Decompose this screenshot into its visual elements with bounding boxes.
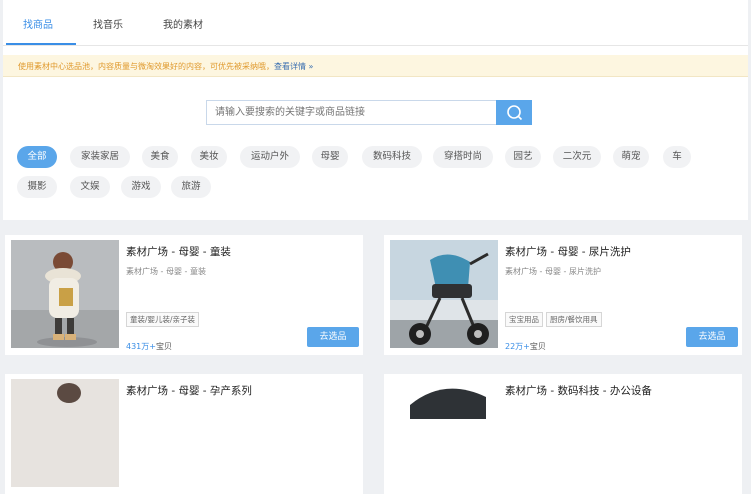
item-count-unit: 宝贝 (155, 342, 172, 351)
notice-text: 使用素材中心选品池，内容质量与微淘效果好的内容，可优先被采纳哦，查看详情 » (18, 61, 313, 72)
category-chip[interactable]: 旅游 (171, 176, 211, 198)
tab-bar: 找商品 找音乐 我的素材 (3, 0, 748, 46)
card-item-count: 431万+宝贝 (126, 341, 172, 352)
tab-find-products[interactable]: 找商品 (23, 16, 53, 31)
item-count-number: 22万+ (505, 342, 530, 351)
product-card[interactable]: 素材广场 - 母婴 - 童装 素材广场 - 母婴 - 童装 童装/婴儿装/亲子装… (5, 235, 363, 355)
category-chip[interactable]: 运动户外 (240, 146, 300, 168)
card-tag: 厨房/餐饮用具 (546, 312, 602, 327)
notice-banner: 使用素材中心选品池，内容质量与微淘效果好的内容，可优先被采纳哦，查看详情 » (3, 55, 748, 77)
top-panel: 找商品 找音乐 我的素材 使用素材中心选品池，内容质量与微淘效果好的内容，可优先… (3, 0, 748, 220)
product-card[interactable]: 素材广场 - 母婴 - 孕产系列 (5, 374, 363, 494)
category-chip[interactable]: 萌宠 (613, 146, 649, 168)
search-button[interactable] (496, 100, 532, 125)
category-chip[interactable]: 二次元 (553, 146, 601, 168)
card-title[interactable]: 素材广场 - 母婴 - 孕产系列 (126, 383, 252, 398)
category-chip[interactable]: 文娱 (70, 176, 110, 198)
child-in-winter-coat-image (11, 240, 119, 348)
select-product-button[interactable]: 去选品 (307, 327, 359, 347)
card-title[interactable]: 素材广场 - 数码科技 - 办公设备 (505, 383, 652, 398)
maternity-image (11, 379, 119, 487)
active-tab-indicator (6, 43, 76, 45)
item-count-unit: 宝贝 (529, 342, 546, 351)
search-icon (507, 105, 523, 121)
card-item-count: 22万+宝贝 (505, 341, 546, 352)
card-tags: 宝宝用品 厨房/餐饮用具 (505, 307, 605, 327)
office-device-image (390, 379, 498, 487)
category-chip[interactable]: 美妆 (191, 146, 227, 168)
tab-find-music[interactable]: 找音乐 (93, 16, 123, 31)
category-chip[interactable]: 游戏 (121, 176, 161, 198)
category-chip[interactable]: 母婴 (312, 146, 348, 168)
baby-stroller-image (390, 240, 498, 348)
category-chip[interactable]: 车 (663, 146, 691, 168)
item-count-number: 431万+ (126, 342, 156, 351)
category-chip[interactable]: 摄影 (17, 176, 57, 198)
tab-my-materials[interactable]: 我的素材 (163, 16, 203, 31)
search-input[interactable] (206, 100, 496, 125)
category-chip-all[interactable]: 全部 (17, 146, 57, 168)
category-filter: 全部 家装家居 美食 美妆 运动户外 母婴 数码科技 穿搭时尚 园艺 二次元 萌… (17, 146, 737, 206)
select-product-button[interactable]: 去选品 (686, 327, 738, 347)
notice-details-link[interactable]: 查看详情 » (274, 62, 313, 71)
card-category-path: 素材广场 - 母婴 - 尿片洗护 (505, 267, 601, 276)
category-chip[interactable]: 数码科技 (362, 146, 422, 168)
card-tags: 童装/婴儿装/亲子装 (126, 307, 202, 327)
card-tag: 宝宝用品 (505, 312, 543, 327)
category-chip[interactable]: 家装家居 (70, 146, 130, 168)
card-title[interactable]: 素材广场 - 母婴 - 尿片洗护 (505, 244, 631, 259)
search-bar (206, 100, 532, 125)
card-category-path: 素材广场 - 母婴 - 童装 (126, 267, 206, 276)
card-tag: 童装/婴儿装/亲子装 (126, 312, 200, 327)
product-card[interactable]: 素材广场 - 母婴 - 尿片洗护 素材广场 - 母婴 - 尿片洗护 宝宝用品 厨房… (384, 235, 742, 355)
card-title[interactable]: 素材广场 - 母婴 - 童装 (126, 244, 231, 259)
category-chip[interactable]: 穿搭时尚 (433, 146, 493, 168)
product-card[interactable]: 素材广场 - 数码科技 - 办公设备 (384, 374, 742, 494)
notice-message: 使用素材中心选品池，内容质量与微淘效果好的内容，可优先被采纳哦， (18, 62, 274, 71)
category-chip[interactable]: 美食 (142, 146, 178, 168)
category-chip[interactable]: 园艺 (505, 146, 541, 168)
